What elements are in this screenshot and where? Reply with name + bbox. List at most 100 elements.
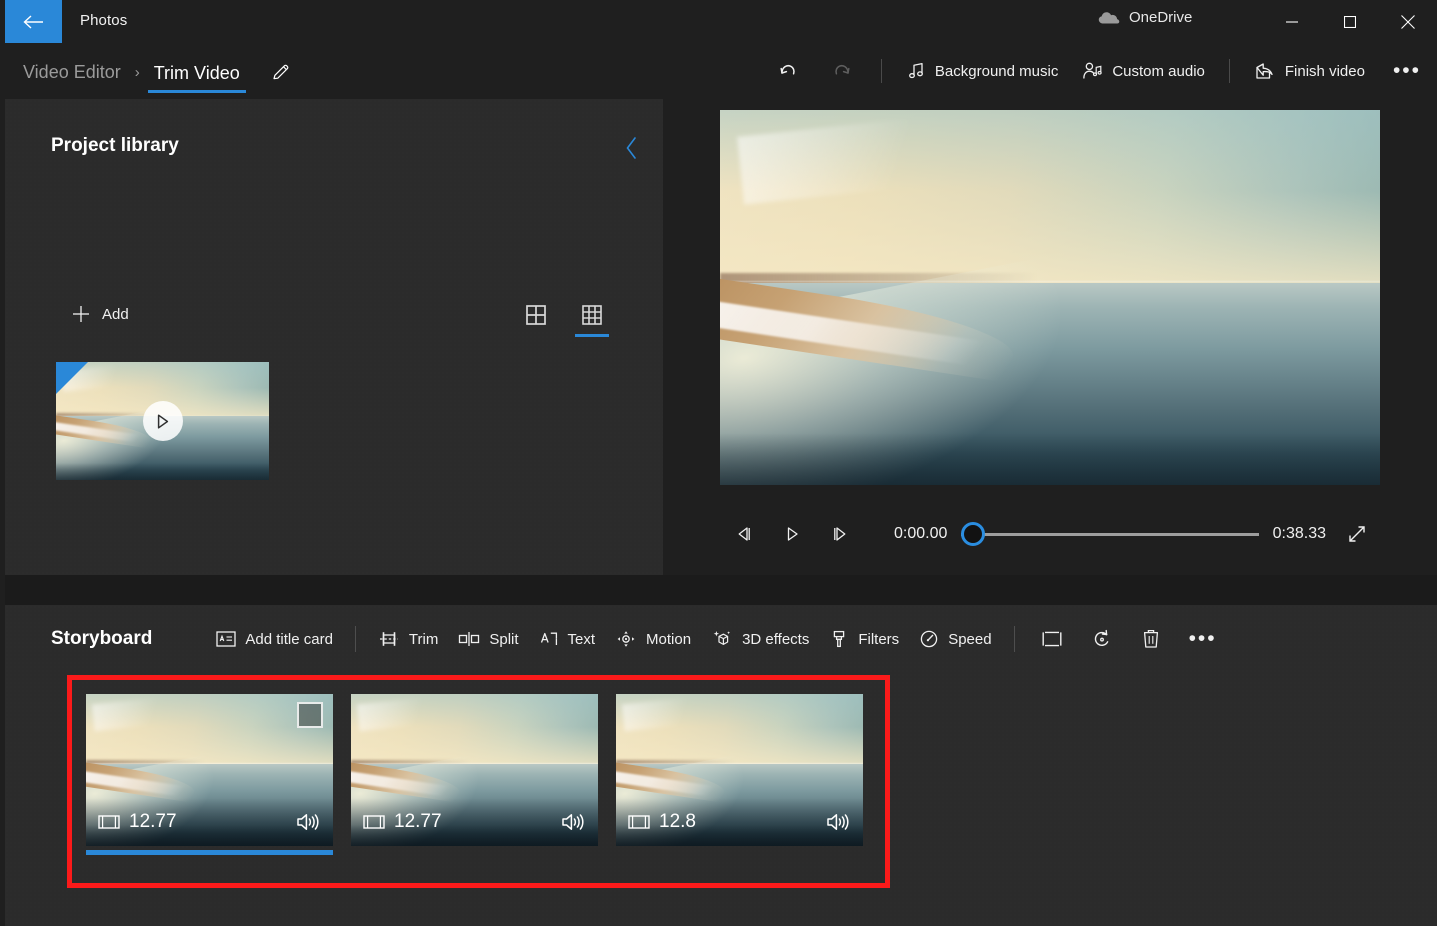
overflow-dots-icon: ••• <box>1393 66 1421 76</box>
play-button[interactable] <box>768 514 816 554</box>
library-item-video[interactable] <box>56 362 269 480</box>
clip-audio-toggle[interactable] <box>295 811 321 833</box>
rotate-icon <box>1091 628 1113 650</box>
trim-label: Trim <box>409 631 438 648</box>
storyboard-divider-1 <box>355 626 356 652</box>
add-title-card-button[interactable]: Add title card <box>206 620 343 658</box>
minimize-icon <box>1286 16 1298 28</box>
text-label: Text <box>568 631 596 648</box>
scrubber[interactable] <box>961 520 1258 548</box>
filter-brush-icon <box>829 629 849 649</box>
clip-duration: 12.77 <box>363 811 442 833</box>
clip-select-checkbox[interactable] <box>297 702 323 728</box>
storyboard-divider-2 <box>1014 626 1015 652</box>
speed-button[interactable]: Speed <box>909 620 1001 658</box>
scrubber-thumb[interactable] <box>961 522 985 546</box>
clip-audio-toggle[interactable] <box>825 811 851 833</box>
command-divider-1 <box>881 59 882 83</box>
next-frame-icon <box>830 525 850 543</box>
grid-2x2-icon <box>526 305 546 325</box>
minimize-button[interactable] <box>1269 0 1315 43</box>
3d-effects-button[interactable]: 3D effects <box>701 620 819 658</box>
onedrive-status[interactable]: OneDrive <box>1098 9 1192 26</box>
filters-label: Filters <box>858 631 899 648</box>
split-button[interactable]: Split <box>448 620 528 658</box>
background-music-button[interactable]: Background music <box>894 52 1070 90</box>
clip-duration: 12.8 <box>628 811 696 833</box>
library-item-play-button[interactable] <box>143 401 183 441</box>
storyboard-clip-2[interactable]: 12.77 <box>351 694 598 846</box>
storyboard-clip-3[interactable]: 12.8 <box>616 694 863 846</box>
clip-duration: 12.77 <box>98 811 177 833</box>
player-controls: 0:00.00 0:38.33 <box>720 509 1380 559</box>
maximize-button[interactable] <box>1327 0 1373 43</box>
previous-frame-button[interactable] <box>720 514 768 554</box>
speaker-volume-icon <box>560 811 586 833</box>
close-button[interactable] <box>1385 0 1431 43</box>
speaker-volume-icon <box>295 811 321 833</box>
redo-button[interactable] <box>815 52 869 90</box>
previous-frame-icon <box>734 525 754 543</box>
add-media-button[interactable]: Add <box>63 299 137 329</box>
text-button[interactable]: Text <box>529 620 606 658</box>
clip-duration-label: 12.77 <box>394 811 442 833</box>
custom-audio-button[interactable]: Custom audio <box>1070 52 1217 90</box>
trash-icon <box>1141 628 1161 650</box>
share-export-icon <box>1254 61 1276 81</box>
command-overflow-button[interactable]: ••• <box>1377 52 1437 90</box>
storyboard-clip-list: 12.77 <box>86 694 863 846</box>
clip-audio-toggle[interactable] <box>560 811 586 833</box>
background-music-label: Background music <box>935 63 1058 80</box>
fullscreen-button[interactable] <box>1334 514 1380 554</box>
add-media-label: Add <box>102 306 129 323</box>
breadcrumb-video-editor[interactable]: Video Editor <box>17 59 127 86</box>
clip-duration-label: 12.77 <box>129 811 177 833</box>
film-strip-icon <box>628 814 650 830</box>
rename-project-button[interactable] <box>264 55 298 89</box>
overflow-dots-icon: ••• <box>1189 634 1217 644</box>
project-library-panel: Project library Add <box>5 99 663 575</box>
breadcrumb: Video Editor › Trim Video <box>17 55 298 89</box>
maximize-icon <box>1344 16 1356 28</box>
grid-2x2-view-button[interactable] <box>521 297 551 333</box>
command-bar: Video Editor › Trim Video <box>5 43 1437 99</box>
trim-button[interactable]: Trim <box>368 620 448 658</box>
editor-stage: Project library Add <box>5 99 1437 575</box>
back-arrow-icon <box>22 14 46 30</box>
motion-button[interactable]: Motion <box>605 620 701 658</box>
custom-audio-label: Custom audio <box>1112 63 1205 80</box>
back-button[interactable] <box>5 0 62 43</box>
next-frame-button[interactable] <box>816 514 864 554</box>
motion-icon <box>615 629 637 649</box>
speed-label: Speed <box>948 631 991 648</box>
undo-icon <box>777 60 799 82</box>
grid-3x3-view-button[interactable] <box>577 297 607 333</box>
video-preview-frame <box>720 110 1380 485</box>
command-divider-2 <box>1229 59 1230 83</box>
breadcrumb-trim-video[interactable]: Trim Video <box>148 60 246 84</box>
finish-video-button[interactable]: Finish video <box>1242 52 1377 90</box>
panel-gap <box>5 575 1437 605</box>
filters-button[interactable]: Filters <box>819 620 909 658</box>
title-bar: Photos OneDrive <box>5 0 1437 43</box>
play-icon <box>154 413 171 430</box>
plus-icon <box>71 304 91 324</box>
storyboard-title: Storyboard <box>51 628 152 650</box>
collapse-library-button[interactable] <box>615 131 649 165</box>
storyboard-clip-1[interactable]: 12.77 <box>86 694 333 846</box>
split-icon <box>458 629 480 649</box>
speaker-volume-icon <box>825 811 851 833</box>
undo-button[interactable] <box>761 52 815 90</box>
film-strip-icon <box>98 814 120 830</box>
split-label: Split <box>489 631 518 648</box>
sparkle-cube-icon <box>711 629 733 649</box>
rotate-button[interactable] <box>1077 620 1127 658</box>
photos-video-editor-window: Photos OneDrive Video Editor <box>0 0 1437 926</box>
storyboard-overflow-button[interactable]: ••• <box>1175 620 1231 658</box>
resize-button[interactable] <box>1027 620 1077 658</box>
breadcrumb-active-underline <box>148 90 246 93</box>
video-preview[interactable] <box>720 110 1380 485</box>
command-bar-actions: Background music Custom audio Fin <box>761 43 1437 99</box>
app-title: Photos <box>80 12 127 29</box>
delete-button[interactable] <box>1127 620 1175 658</box>
